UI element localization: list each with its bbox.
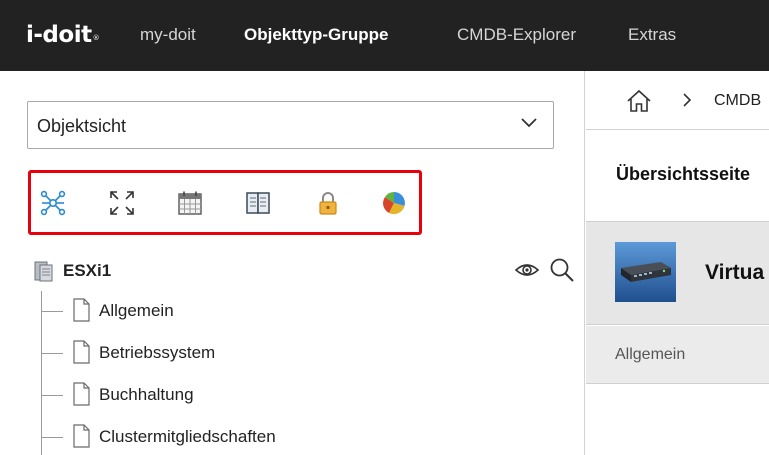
tree-item-allgemein[interactable]: Allgemein — [41, 298, 341, 324]
home-icon[interactable] — [626, 89, 652, 113]
tree-item-label: Betriebssystem — [99, 343, 216, 362]
tree-item-buchhaltung[interactable]: Buchhaltung — [41, 382, 341, 408]
tree-root-label: ESXi1 — [63, 261, 112, 280]
object-title: Virtua — [705, 261, 765, 284]
nav-extras[interactable]: Extras — [628, 24, 676, 46]
nav-cmdb-explorer[interactable]: CMDB-Explorer — [457, 24, 576, 46]
server-icon — [34, 261, 53, 282]
view-select-value: Objektsicht — [37, 116, 127, 136]
document-icon — [73, 340, 90, 364]
tree-item-clustermitgliedschaften[interactable]: Clustermitgliedschaften — [41, 424, 341, 450]
tree-item-label: Clustermitgliedschaften — [99, 427, 276, 446]
tree-view-toolbar — [28, 170, 422, 235]
left-navigation-panel: Objektsicht ESXi1 Allgemein Betriebssyst… — [0, 71, 585, 455]
server-rack-icon — [615, 242, 676, 302]
page-title: Übersichtsseite — [616, 164, 751, 184]
document-icon — [73, 424, 90, 448]
calendar-icon[interactable] — [176, 189, 204, 217]
main-content-panel: CMDB Übersichtsseite Virtua Allgemein — [586, 71, 769, 455]
search-icon[interactable] — [549, 257, 575, 283]
object-header: Virtua — [586, 221, 769, 325]
top-navigation-bar: i-doit® my-doit Objekttyp-Gruppe CMDB-Ex… — [0, 0, 769, 71]
category-tab-allgemein[interactable]: Allgemein — [615, 345, 685, 365]
tree-item-label: Allgemein — [99, 301, 174, 320]
category-row: Allgemein — [586, 326, 769, 384]
lock-icon[interactable] — [314, 189, 342, 217]
tree-branch-line — [41, 311, 63, 312]
expand-icon[interactable] — [108, 189, 136, 217]
nav-my-doit[interactable]: my-doit — [140, 24, 196, 46]
eye-icon[interactable] — [514, 259, 540, 281]
idoit-logo[interactable]: i-doit® — [26, 20, 100, 50]
breadcrumb-item-cmdb[interactable]: CMDB — [714, 91, 761, 111]
tree-branch-line — [41, 353, 63, 354]
chevron-right-icon — [683, 93, 692, 107]
document-icon — [73, 298, 90, 322]
breadcrumb: CMDB — [586, 71, 769, 130]
document-icon — [73, 382, 90, 406]
pie-chart-icon[interactable] — [380, 189, 408, 217]
chevron-down-icon — [521, 118, 537, 128]
tree-branch-line — [41, 395, 63, 396]
book-icon[interactable] — [244, 189, 272, 217]
tree-item-label: Buchhaltung — [99, 385, 194, 404]
network-graph-icon[interactable] — [39, 189, 67, 217]
tree-item-betriebssystem[interactable]: Betriebssystem — [41, 340, 341, 366]
tree-branch-line — [41, 437, 63, 438]
nav-objekttyp-gruppe[interactable]: Objekttyp-Gruppe — [244, 24, 389, 46]
view-select-dropdown[interactable]: Objektsicht — [27, 101, 554, 149]
